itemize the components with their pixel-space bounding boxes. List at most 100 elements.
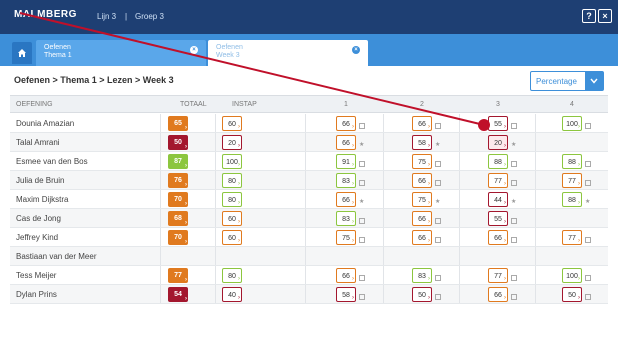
score-totaal[interactable]: 70 › (168, 192, 188, 207)
table-row[interactable]: Maxim Dijkstra 70 › 80 › 66 › ★ 75 › ★ 44 › ★ 88 › ★ (10, 190, 608, 209)
score-c4[interactable]: 50 › (562, 287, 582, 302)
view-mode-select[interactable]: Percentage (530, 71, 604, 91)
score-instap[interactable]: 80 › (222, 192, 242, 207)
score-c1[interactable]: 66 › (336, 116, 356, 131)
score-c3[interactable]: 77 › (488, 173, 508, 188)
grid-icon[interactable] (585, 237, 591, 243)
score-instap[interactable]: 60 › (222, 116, 242, 131)
score-c3[interactable]: 66 › (488, 287, 508, 302)
close-app-button[interactable]: × (598, 9, 612, 23)
close-tab-icon[interactable]: × (352, 46, 360, 54)
tab-oefenen-thema[interactable]: Oefenen Thema 1 × (36, 40, 206, 66)
score-c3[interactable]: 55 › (488, 116, 508, 131)
table-row[interactable]: Julia de Bruin 76 › 80 › 83 › 66 › 77 › 77 › (10, 171, 608, 190)
score-c3[interactable]: 77 › (488, 268, 508, 283)
score-totaal[interactable]: 70 › (168, 230, 188, 245)
grid-icon[interactable] (359, 275, 365, 281)
score-c3[interactable]: 55 › (488, 211, 508, 226)
grid-icon[interactable] (435, 161, 441, 167)
score-c2[interactable]: 66 › (412, 173, 432, 188)
grid-icon[interactable] (435, 218, 441, 224)
score-totaal[interactable]: 54 › (168, 287, 188, 302)
grid-icon[interactable] (359, 123, 365, 129)
score-instap[interactable]: 80 › (222, 173, 242, 188)
score-c3[interactable]: 88 › (488, 154, 508, 169)
grid-icon[interactable] (359, 161, 365, 167)
score-c2[interactable]: 66 › (412, 116, 432, 131)
star-icon[interactable]: ★ (585, 199, 591, 205)
grid-icon[interactable] (435, 294, 441, 300)
grid-icon[interactable] (511, 237, 517, 243)
tab-oefenen-week[interactable]: Oefenen Week 3 × (208, 40, 368, 66)
score-c1[interactable]: 83 › (336, 211, 356, 226)
help-button[interactable]: ? (582, 9, 596, 23)
grid-icon[interactable] (435, 275, 441, 281)
score-c2[interactable]: 75 › (412, 154, 432, 169)
star-icon[interactable]: ★ (359, 142, 365, 148)
score-c4[interactable]: 100 › (562, 116, 582, 131)
score-c3[interactable]: 44 › (488, 192, 508, 207)
table-row[interactable]: Talal Amrani 50 › 20 › 66 › ★ 58 › ★ 20 › ★ (10, 133, 608, 152)
score-instap[interactable]: 60 › (222, 211, 242, 226)
grid-icon[interactable] (585, 275, 591, 281)
score-c3[interactable]: 20 › (488, 135, 508, 150)
table-row[interactable]: Dylan Prins 54 › 40 › 58 › 50 › 66 › 50 › (10, 285, 608, 304)
star-icon[interactable]: ★ (511, 199, 517, 205)
table-row[interactable]: Tess Meijer 77 › 80 › 66 › 83 › 77 › 100 › (10, 266, 608, 285)
score-c1[interactable]: 58 › (336, 287, 356, 302)
grid-icon[interactable] (435, 237, 441, 243)
score-c4[interactable]: 77 › (562, 230, 582, 245)
grid-icon[interactable] (585, 161, 591, 167)
score-c4[interactable]: 88 › (562, 192, 582, 207)
score-c1[interactable]: 75 › (336, 230, 356, 245)
grid-icon[interactable] (511, 123, 517, 129)
score-c3[interactable]: 66 › (488, 230, 508, 245)
score-instap[interactable]: 100 › (222, 154, 242, 169)
score-c2[interactable]: 75 › (412, 192, 432, 207)
score-totaal[interactable]: 76 › (168, 173, 188, 188)
grid-icon[interactable] (511, 161, 517, 167)
table-row[interactable]: Esmee van den Bos 87 › 100 › 91 › 75 › 88 › 88 › (10, 152, 608, 171)
grid-icon[interactable] (435, 180, 441, 186)
score-c2[interactable]: 50 › (412, 287, 432, 302)
score-c1[interactable]: 66 › (336, 268, 356, 283)
score-instap[interactable]: 40 › (222, 287, 242, 302)
nav-groep[interactable]: Groep 3 (135, 12, 164, 21)
grid-icon[interactable] (435, 123, 441, 129)
table-row[interactable]: Cas de Jong 68 › 60 › 83 › 66 › 55 › (10, 209, 608, 228)
score-c1[interactable]: 91 › (336, 154, 356, 169)
grid-icon[interactable] (585, 123, 591, 129)
score-c2[interactable]: 66 › (412, 211, 432, 226)
score-totaal[interactable]: 77 › (168, 268, 188, 283)
grid-icon[interactable] (359, 294, 365, 300)
nav-lijn[interactable]: Lijn 3 (97, 12, 116, 21)
score-c1[interactable]: 66 › (336, 135, 356, 150)
close-tab-icon[interactable]: × (190, 46, 198, 54)
score-totaal[interactable]: 68 › (168, 211, 188, 226)
star-icon[interactable]: ★ (359, 199, 365, 205)
grid-icon[interactable] (585, 180, 591, 186)
score-totaal[interactable]: 50 › (168, 135, 188, 150)
grid-icon[interactable] (359, 237, 365, 243)
star-icon[interactable]: ★ (435, 199, 441, 205)
score-c2[interactable]: 83 › (412, 268, 432, 283)
score-totaal[interactable]: 65 › (168, 116, 188, 131)
grid-icon[interactable] (511, 180, 517, 186)
score-c4[interactable]: 100 › (562, 268, 582, 283)
score-c4[interactable]: 77 › (562, 173, 582, 188)
grid-icon[interactable] (359, 218, 365, 224)
table-row[interactable]: Dounia Amazian 65 › 60 › 66 › 66 › 55 › 100 › (10, 114, 608, 133)
score-instap[interactable]: 80 › (222, 268, 242, 283)
grid-icon[interactable] (511, 218, 517, 224)
score-instap[interactable]: 60 › (222, 230, 242, 245)
score-c1[interactable]: 83 › (336, 173, 356, 188)
grid-icon[interactable] (511, 294, 517, 300)
score-c1[interactable]: 66 › (336, 192, 356, 207)
table-row[interactable]: Bastiaan van der Meer (10, 247, 608, 266)
chevron-down-icon[interactable] (585, 72, 603, 90)
score-instap[interactable]: 20 › (222, 135, 242, 150)
score-totaal[interactable]: 87 › (168, 154, 188, 169)
grid-icon[interactable] (585, 294, 591, 300)
grid-icon[interactable] (511, 275, 517, 281)
star-icon[interactable]: ★ (435, 142, 441, 148)
